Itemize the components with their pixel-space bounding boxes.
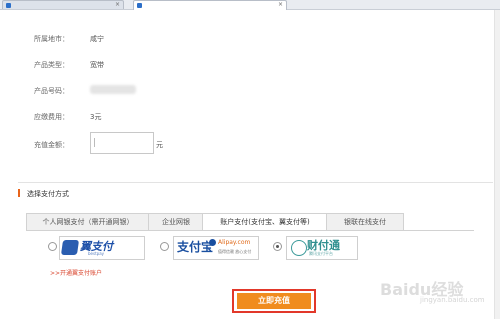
close-icon[interactable]: × [115,1,120,9]
alipay-icon [209,239,216,246]
product-type-value: 宽带 [90,61,104,69]
tab-account-payment-label: 账户支付(支付宝、翼支付等) [220,218,310,226]
section-accent-bar [18,189,20,197]
product-number-label: 产品号码： [34,87,69,95]
tab-unionpay-label: 银联在线支付 [344,218,386,226]
submit-highlight: 立即充值 [232,289,316,313]
alipay-name: 支付宝 [177,240,214,254]
tab-personal-bank[interactable]: 个人网银支付（需开通网银） [26,213,150,231]
tab-underline [26,230,474,231]
bestpay-icon [60,240,80,255]
alipay-radio[interactable] [160,242,169,251]
browser-tab-bar: × × [0,0,500,10]
product-number-redacted [90,85,136,94]
recharge-label: 充值金额： [34,141,69,149]
open-bestpay-account-link[interactable]: >>开通翼支付账户 [50,268,102,277]
tenpay-icon [291,240,307,256]
alipay-slogan: 值得信赖 放心支付 [218,249,252,254]
tab-page-icon [137,3,142,8]
browser-tab-2[interactable]: × [133,0,287,10]
tenpay-radio[interactable] [273,242,282,251]
tab-enterprise-bank-label: 企业网银 [162,218,190,226]
bestpay-logo[interactable]: 翼支付 bestpay [59,236,145,260]
tab-page-icon [6,3,11,8]
tab-personal-bank-label: 个人网银支付（需开通网银） [42,218,134,226]
recharge-amount-input[interactable] [90,132,154,154]
tab-enterprise-bank[interactable]: 企业网银 [148,213,204,231]
recharge-now-button[interactable]: 立即充值 [237,293,311,309]
input-caret [94,138,95,147]
tab-account-payment[interactable]: 账户支付(支付宝、翼支付等) [202,213,328,231]
payment-section-title: 选择支付方式 [27,190,69,198]
recharge-unit: 元 [156,141,163,149]
tenpay-logo[interactable]: 财付通 腾讯支付平台 [286,236,358,260]
region-label: 所属地市： [34,35,69,43]
tab-unionpay[interactable]: 银联在线支付 [326,213,404,231]
product-type-label: 产品类型： [34,61,69,69]
bestpay-radio[interactable] [48,242,57,251]
section-divider [18,182,493,183]
browser-tab-1[interactable]: × [2,0,124,9]
page-scrollbar[interactable] [494,10,500,319]
amount-due-label: 应缴费用： [34,113,69,121]
region-value: 咸宁 [90,35,104,43]
tenpay-sub: 腾讯支付平台 [309,251,333,256]
amount-due-value: 3元 [90,113,102,121]
alipay-url: Alipay.com [218,239,251,246]
close-icon[interactable]: × [278,1,283,9]
watermark-url: jingyan.baidu.com [420,296,485,304]
alipay-logo[interactable]: 支付宝 Alipay.com 值得信赖 放心支付 [173,236,259,260]
bestpay-sub: bestpay [88,251,105,256]
